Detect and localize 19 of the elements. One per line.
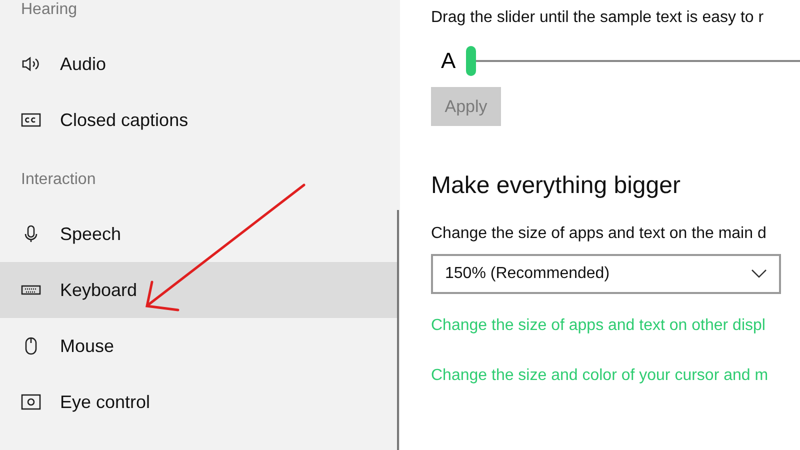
scrollbar[interactable]: [397, 210, 399, 450]
instruction-text: Drag the slider until the sample text is easy to r: [431, 8, 765, 28]
speaker-icon: [21, 54, 41, 74]
slider-thumb[interactable]: [466, 46, 476, 76]
nav-item[interactable]: Closed captions: [0, 92, 397, 148]
nav-item[interactable]: Mouse: [0, 318, 397, 374]
section-heading: Hearing: [20, 0, 78, 20]
sample-letter: A: [441, 47, 456, 75]
chevron-down-icon: [751, 269, 767, 279]
nav-item[interactable]: Keyboard: [0, 262, 397, 318]
nav-item[interactable]: Eye control: [0, 374, 397, 430]
eye-control-icon: [21, 392, 41, 412]
section-heading: Interaction: [20, 170, 97, 190]
nav-item[interactable]: Audio: [0, 36, 397, 92]
scale-dropdown[interactable]: 150% (Recommended): [431, 254, 781, 294]
dropdown-label: Change the size of apps and text on the main d: [431, 224, 768, 244]
text-size-slider[interactable]: [466, 46, 800, 76]
nav-item[interactable]: Speech: [0, 206, 397, 262]
section-title: Make everything bigger: [431, 171, 682, 201]
